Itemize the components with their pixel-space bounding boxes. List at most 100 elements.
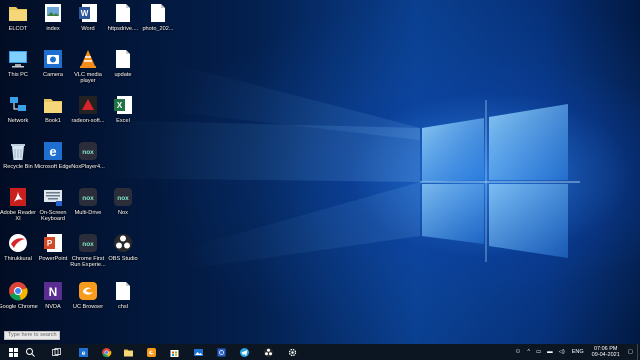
- desktop-icon[interactable]: nox NoxPlayer4...: [71, 140, 105, 170]
- svg-text:nox: nox: [82, 149, 94, 156]
- start-icon: [8, 347, 19, 358]
- taskbar-store-button[interactable]: [166, 344, 182, 360]
- camera-icon: [42, 48, 64, 70]
- desktop-icon[interactable]: VLC media player: [71, 48, 105, 85]
- desktop-icon[interactable]: Adobe Reader XI: [0, 186, 36, 223]
- desktop-icon-label: Chrome First Run Experie...: [70, 256, 106, 269]
- desktop-icon-label: NVDA: [45, 304, 61, 310]
- folder-icon: [42, 94, 64, 116]
- svg-text:nox: nox: [117, 195, 129, 202]
- obs-icon: [263, 347, 274, 358]
- store-icon: [169, 347, 180, 358]
- desktop-icon[interactable]: OBS Studio: [106, 232, 140, 262]
- taskbar-photos-button[interactable]: [190, 344, 206, 360]
- desktop-icon[interactable]: nox Chrome First Run Experie...: [70, 232, 106, 269]
- adobe-reader-icon: [7, 186, 29, 208]
- svg-text:X: X: [117, 101, 123, 110]
- edge-icon: e: [42, 140, 64, 162]
- network-icon[interactable]: ▭: [536, 349, 541, 355]
- svg-text:nox: nox: [82, 241, 94, 248]
- taskbar-settings-sync-button[interactable]: [213, 344, 229, 360]
- desktop-icon[interactable]: ELCOT: [1, 2, 35, 32]
- uc-browser-icon: [146, 347, 157, 358]
- taskbar-task-view-button[interactable]: [48, 344, 64, 360]
- desktop-icon-label: httpsdrive....: [107, 26, 139, 32]
- desktop-icon[interactable]: Recycle Bin: [1, 140, 35, 170]
- system-tray: ⚇ ^ ▭ ▬ ◁) ENG 07:06 PM 09-04-2021 ▢: [511, 344, 640, 360]
- desktop-icon-label: Excel: [116, 118, 130, 124]
- desktop-icon[interactable]: Network: [1, 94, 35, 124]
- excel-icon: X: [112, 94, 134, 116]
- desktop-icon[interactable]: UC Browser: [71, 280, 105, 310]
- desktop-icon[interactable]: X Excel: [106, 94, 140, 124]
- network-icon: [7, 94, 29, 116]
- taskbar-file-explorer-button[interactable]: [120, 344, 136, 360]
- taskbar-uc-browser-button[interactable]: [143, 344, 159, 360]
- svg-text:N: N: [49, 285, 58, 299]
- photos-icon: [193, 347, 204, 358]
- svg-text:e: e: [49, 144, 56, 159]
- desktop-icon-label: Camera: [43, 72, 63, 78]
- desktop-icon[interactable]: index: [36, 2, 70, 32]
- radeon-icon: [77, 94, 99, 116]
- desktop-icon-label: Multi-Drive: [74, 210, 102, 216]
- clock[interactable]: 07:06 PM 09-04-2021: [592, 346, 620, 358]
- desktop-icon[interactable]: Camera: [36, 48, 70, 78]
- desktop-icon[interactable]: P PowerPoint: [36, 232, 70, 262]
- taskbar-obs-button[interactable]: [260, 344, 276, 360]
- desktop-icon[interactable]: nox Multi-Drive: [71, 186, 105, 216]
- desktop-icon[interactable]: chsl: [106, 280, 140, 310]
- desktop-icon-label: update: [114, 72, 132, 78]
- people-icon[interactable]: ⚇: [515, 349, 520, 355]
- chrome-icon: [101, 347, 112, 358]
- uc-browser-icon: [77, 280, 99, 302]
- desktop-icon[interactable]: Google Chrome: [0, 280, 38, 310]
- desktop-icon-label: On-Screen Keyboard: [39, 210, 67, 223]
- recycle-bin-icon: [7, 140, 29, 162]
- desktop-icon[interactable]: On-Screen Keyboard: [36, 186, 70, 223]
- desktop-icon[interactable]: W Word: [71, 2, 105, 32]
- volume-icon[interactable]: ◁): [559, 349, 565, 355]
- desktop-icon[interactable]: photo_202...: [141, 2, 175, 32]
- taskbar-search-button[interactable]: [22, 344, 38, 360]
- desktop-icon-label: chsl: [118, 304, 128, 310]
- taskbar-telegram-button[interactable]: [236, 344, 252, 360]
- document-icon: [112, 280, 134, 302]
- thirukkural-icon: [7, 232, 29, 254]
- taskbar-edge-button[interactable]: e: [75, 344, 91, 360]
- taskbar-settings-button[interactable]: [284, 344, 300, 360]
- desktop-icon[interactable]: update: [106, 48, 140, 78]
- notifications-icon[interactable]: ▢: [628, 349, 633, 355]
- desktop-icon[interactable]: Book1: [36, 94, 70, 124]
- desktop-icon-label: Nox: [118, 210, 128, 216]
- document-icon: [147, 2, 169, 24]
- nvda-icon: N: [42, 280, 64, 302]
- tray-overflow-icon[interactable]: ^: [527, 349, 530, 355]
- desktop-icon[interactable]: N NVDA: [36, 280, 70, 310]
- desktop-icon-label: photo_202...: [142, 26, 174, 32]
- search-input[interactable]: Type here to search: [4, 331, 60, 340]
- obs-icon: [112, 232, 134, 254]
- nox-icon: nox: [77, 186, 99, 208]
- desktop-icon-label: PowerPoint: [38, 256, 68, 262]
- taskbar-start-button[interactable]: [5, 344, 21, 360]
- desktop-icon-label: UC Browser: [72, 304, 104, 310]
- document-icon: [112, 48, 134, 70]
- language-indicator[interactable]: ENG: [572, 349, 584, 355]
- battery-icon[interactable]: ▬: [547, 349, 553, 355]
- settings-sync-icon: [216, 347, 227, 358]
- desktop-icon[interactable]: e Microsoft Edge: [34, 140, 72, 170]
- desktop-icon[interactable]: radeon-soft...: [71, 94, 105, 124]
- svg-text:e: e: [81, 350, 85, 357]
- svg-text:nox: nox: [82, 195, 94, 202]
- vlc-icon: [77, 48, 99, 70]
- desktop-icon[interactable]: nox Nox: [106, 186, 140, 216]
- desktop-icon-label: Book1: [45, 118, 61, 124]
- desktop-icon[interactable]: This PC: [1, 48, 35, 78]
- desktop-icon[interactable]: Thirukkural: [1, 232, 35, 262]
- settings-icon: [287, 347, 298, 358]
- desktop-icon[interactable]: httpsdrive....: [106, 2, 140, 32]
- taskbar-chrome-button[interactable]: [98, 344, 114, 360]
- desktop-icon-label: radeon-soft...: [71, 118, 105, 124]
- desktop-icon-label: OBS Studio: [108, 256, 138, 262]
